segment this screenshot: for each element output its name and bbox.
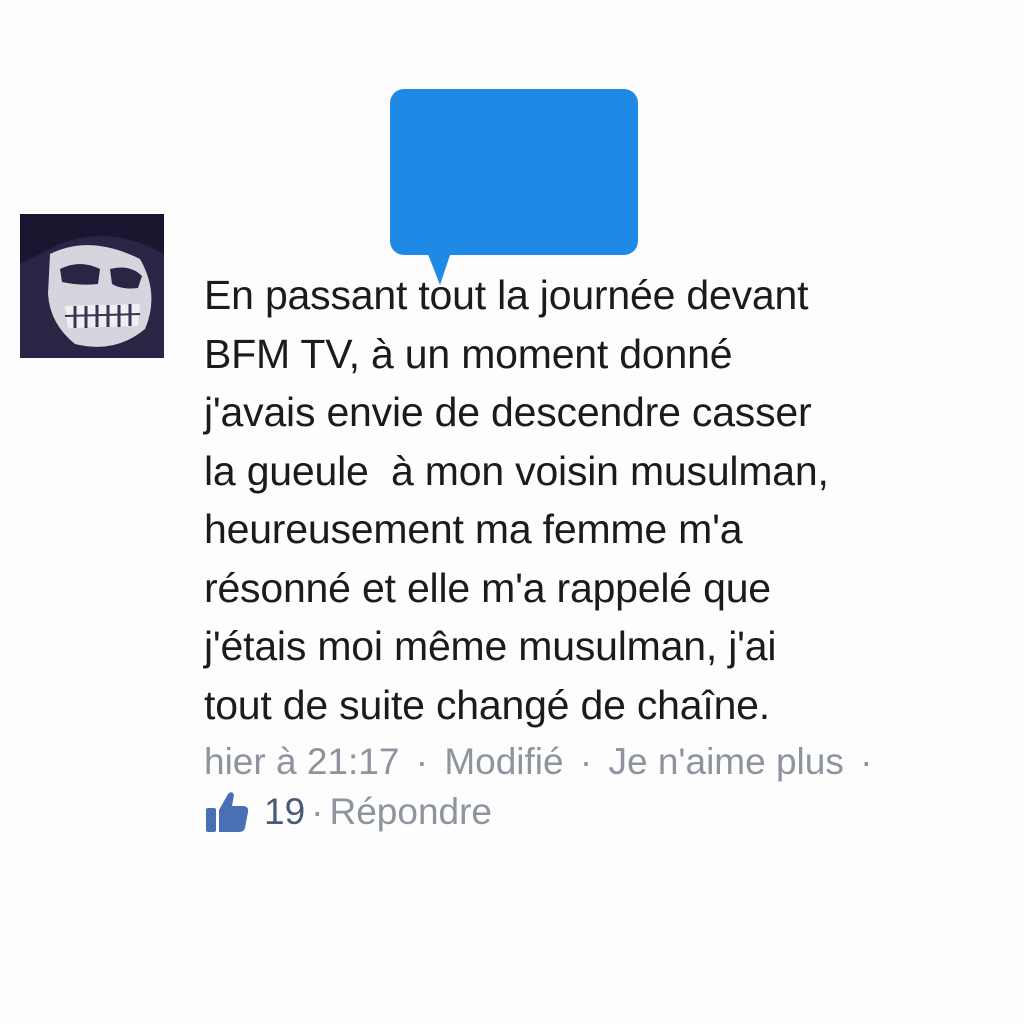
separator-dot: · <box>311 791 324 832</box>
comment-body: En passant tout la journée devant BFM TV… <box>204 266 1004 734</box>
redacted-username-box <box>390 89 638 285</box>
comment-actions-row: 19 · Répondre <box>204 786 492 838</box>
thumbs-up-icon[interactable] <box>204 790 250 834</box>
like-count[interactable]: 19 <box>264 786 305 838</box>
unlike-link[interactable]: Je n'aime plus <box>609 741 844 782</box>
comment-line: j'étais moi même musulman, j'ai <box>204 623 777 669</box>
separator-dot: · <box>579 741 593 782</box>
edited-label-link[interactable]: Modifié <box>444 741 563 782</box>
timestamp-link[interactable]: hier à 21:17 <box>204 741 399 782</box>
reply-link[interactable]: Répondre <box>329 786 492 838</box>
commenter-avatar[interactable] <box>20 214 164 358</box>
comment-line: En passant tout la journée devant <box>204 272 809 318</box>
comment-line: BFM TV, à un moment donné <box>204 330 733 377</box>
comment-line: tout de suite changé de chaîne. <box>204 681 770 728</box>
comment-line: la gueule à mon voisin musulman, <box>204 447 829 494</box>
comment-meta-row: hier à 21:17 · Modifié · Je n'aime plus … <box>204 736 878 788</box>
comment-line: résonné et elle m'a rappelé que <box>204 564 771 611</box>
separator-dot: · <box>860 741 873 782</box>
comment-line: heureusement ma femme m'a <box>204 506 743 552</box>
skull-avatar-image <box>20 214 164 358</box>
comment-line: j'avais envie de descendre casser <box>204 389 812 435</box>
separator-dot: · <box>415 741 429 782</box>
